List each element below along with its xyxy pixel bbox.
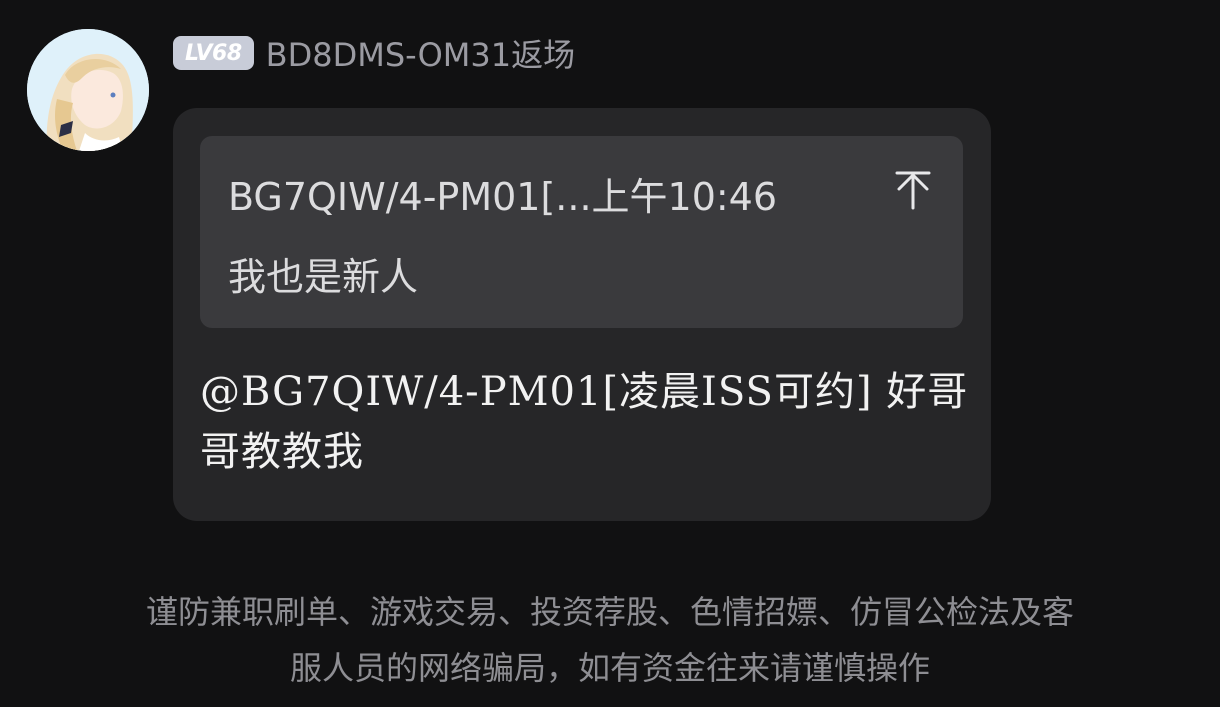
to-top-icon[interactable] <box>895 170 931 210</box>
avatar-illustration <box>27 29 149 151</box>
message-text: @BG7QIW/4-PM01[凌晨ISS可约] 好哥哥教教我 <box>200 369 969 475</box>
quoted-message-header: BG7QIW/4-PM01[...上午10:46 <box>228 175 778 219</box>
quoted-message-body: 我也是新人 <box>228 255 419 299</box>
message-bubble[interactable]: BG7QIW/4-PM01[...上午10:46 我也是新人 @BG7QIW/4… <box>173 108 991 521</box>
sender-name[interactable]: BD8DMS-OM31返场 <box>266 30 575 76</box>
level-badge: LV68 <box>173 36 254 70</box>
fraud-warning-line-2: 服人员的网络骗局，如有资金往来请谨慎操作 <box>289 649 930 687</box>
chat-screen: LV68 BD8DMS-OM31返场 BG7QIW/4-PM01[...上午10… <box>0 0 1220 707</box>
fraud-warning-line-1: 谨防兼职刷单、游戏交易、投资荐股、色情招嫖、仿冒公检法及客 <box>145 593 1074 631</box>
sender-header: LV68 BD8DMS-OM31返场 <box>173 30 575 76</box>
fraud-warning: 谨防兼职刷单、游戏交易、投资荐股、色情招嫖、仿冒公检法及客 服人员的网络骗局，如… <box>0 584 1220 696</box>
avatar[interactable] <box>27 29 149 151</box>
quoted-message[interactable]: BG7QIW/4-PM01[...上午10:46 我也是新人 <box>200 136 963 328</box>
